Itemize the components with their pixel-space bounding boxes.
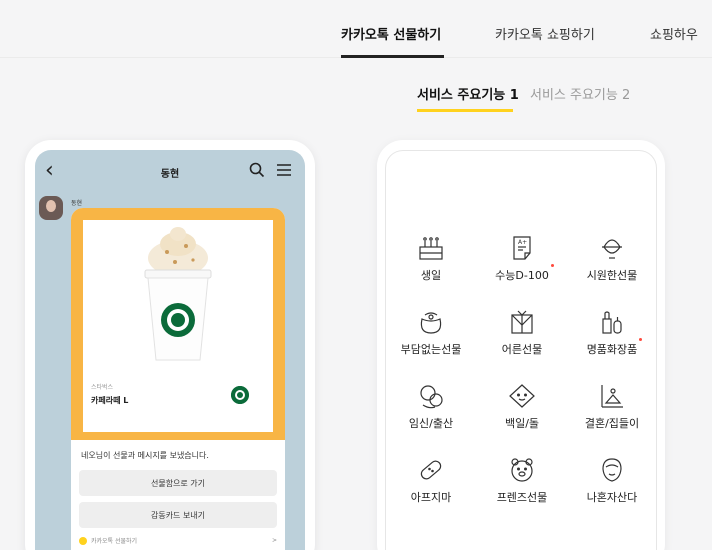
category-label-text: 수능D-100 (495, 269, 549, 282)
exam-paper-icon: A+ (513, 236, 531, 260)
baby-icon (420, 385, 443, 409)
gift-message-card[interactable]: 스타벅스 카페라떼 L 네오님이 선물과 메시지를 보냈습니다. 선물함으로 가… (71, 208, 285, 550)
menu-icon[interactable] (277, 164, 291, 176)
category-label: 결혼/집들이 (584, 417, 640, 430)
category-exam[interactable]: A+ 수능D-100 (477, 235, 567, 283)
chat-screen: ‹ 동현 동현 스타벅스 카페라떼 L 네오님이 선물과 메시지를 보냈습니다.… (35, 150, 305, 550)
gift-card-header: 스타벅스 카페라떼 L (71, 208, 285, 440)
gift-message-text: 네오님이 선물과 메시지를 보냈습니다. (81, 451, 209, 460)
sender-name: 동현 (71, 200, 83, 207)
shaved-ice-icon (602, 239, 622, 259)
tab-feature-2[interactable]: 서비스 주요기능 2 (530, 84, 630, 103)
category-label: 어른선물 (501, 343, 543, 356)
tab-kakao-shopping[interactable]: 카카오톡 쇼핑하기 (495, 24, 595, 43)
gift-footer-link[interactable]: 카카오톡 선물하기 > (79, 536, 277, 545)
category-label: 수능D-100 (495, 264, 554, 283)
category-label: 명품화장품 (586, 338, 643, 357)
category-label: 프렌즈선물 (496, 491, 548, 504)
service-feature-tabs: 서비스 주요기능 1 서비스 주요기능 2 (0, 84, 712, 114)
bandage-icon (420, 460, 442, 480)
gift-product-panel: 스타벅스 카페라떼 L (83, 220, 273, 432)
category-label: 나혼자산다 (586, 491, 638, 504)
active-subtab-underline (417, 109, 513, 112)
category-birthday[interactable]: 생일 (386, 235, 476, 283)
tab-shoppinghow[interactable]: 쇼핑하우 (650, 24, 698, 43)
category-get-well[interactable]: 아프지마 (386, 457, 476, 505)
category-label-text: 명품화장품 (586, 343, 638, 356)
house-icon (601, 385, 623, 408)
chat-header: ‹ 동현 (35, 150, 305, 192)
chevron-right-icon: > (271, 537, 277, 544)
active-tab-underline (341, 55, 444, 58)
cosmetics-icon (602, 311, 622, 334)
top-navigation: 카카오톡 선물하기 카카오톡 쇼핑하기 쇼핑하우 (0, 0, 712, 58)
category-friends-gift[interactable]: 프렌즈선물 (477, 457, 567, 505)
category-elder-gift[interactable]: 어른선물 (477, 309, 567, 357)
new-badge-dot (550, 264, 554, 267)
category-cool-gift[interactable]: 시원한선물 (567, 235, 657, 283)
bear-icon (511, 458, 533, 482)
category-100days[interactable]: 백일/돌 (477, 383, 567, 431)
pouch-icon (420, 312, 442, 334)
phone-mockup-chat: ‹ 동현 동현 스타벅스 카페라떼 L 네오님이 선물과 메시지를 보냈습니다.… (25, 140, 315, 550)
coffee-cup-image (144, 227, 212, 361)
baby-face-icon (509, 384, 535, 408)
category-label: 백일/돌 (504, 417, 540, 430)
starbucks-logo-icon (231, 386, 249, 404)
category-light-gift[interactable]: 부담없는선물 (386, 309, 476, 357)
search-icon[interactable] (249, 162, 265, 178)
category-label: 임신/출산 (408, 417, 454, 430)
category-pregnancy[interactable]: 임신/출산 (386, 383, 476, 431)
svg-text:A+: A+ (518, 239, 527, 246)
new-badge-dot (639, 338, 643, 341)
send-thanks-card-button[interactable]: 감동카드 보내기 (79, 502, 277, 528)
category-screen: 생일 A+ 수능D-100 시원한선물 부담없는선물 어른선물 명품화장품 임신… (385, 150, 657, 550)
category-label: 생일 (420, 269, 442, 282)
category-luxury-cosmetics[interactable]: 명품화장품 (567, 309, 657, 357)
phone-mockup-categories: 생일 A+ 수능D-100 시원한선물 부담없는선물 어른선물 명품화장품 임신… (377, 140, 665, 550)
cake-icon (419, 237, 443, 260)
person-icon (602, 458, 622, 482)
kakao-gift-logo-icon (79, 536, 87, 545)
category-label: 부담없는선물 (400, 343, 462, 356)
category-wedding[interactable]: 결혼/집들이 (567, 383, 657, 431)
avatar[interactable] (39, 196, 63, 220)
tab-feature-1[interactable]: 서비스 주요기능 1 (417, 84, 519, 103)
category-label: 아프지마 (410, 491, 452, 504)
gift-box-icon (511, 310, 533, 334)
category-living-alone[interactable]: 나혼자산다 (567, 457, 657, 505)
category-label: 시원한선물 (586, 269, 638, 282)
gift-footer-label: 카카오톡 선물하기 (91, 538, 138, 545)
tab-kakao-gift[interactable]: 카카오톡 선물하기 (341, 24, 441, 43)
go-to-giftbox-button[interactable]: 선물함으로 가기 (79, 470, 277, 496)
